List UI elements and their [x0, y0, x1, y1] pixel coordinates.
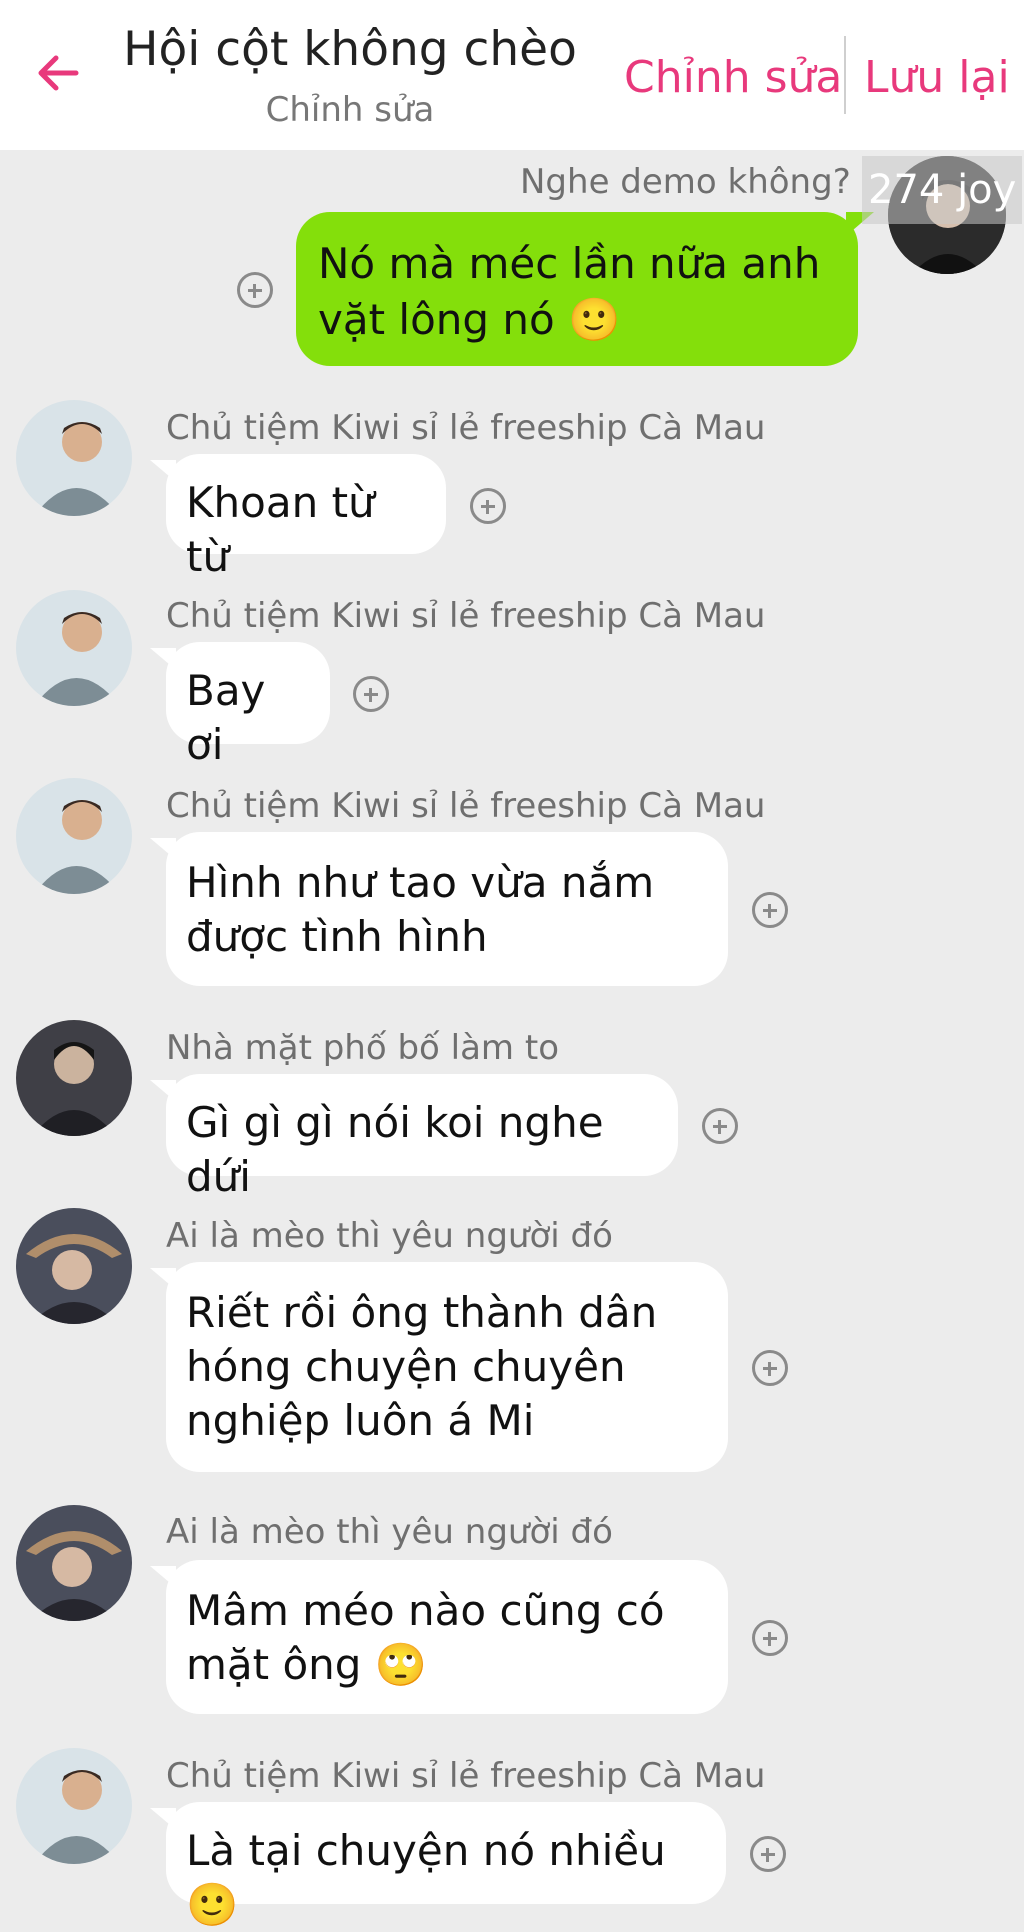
message-bubble[interactable]: Khoan từ từ [150, 454, 446, 581]
chat-subtitle: Chỉnh sửa [265, 90, 435, 130]
message-sender: Ai là mèo thì yêu người đó [166, 1512, 613, 1552]
add-reaction-icon[interactable] [752, 1620, 788, 1656]
add-reaction-icon[interactable] [752, 1350, 788, 1386]
add-reaction-icon[interactable] [237, 272, 273, 308]
message-sender: Chủ tiệm Kiwi sỉ lẻ freeship Cà Mau [166, 786, 766, 826]
avatar[interactable] [16, 590, 132, 706]
avatar-image [16, 400, 132, 516]
avatar-image [16, 1505, 132, 1621]
avatar[interactable] [16, 1505, 132, 1621]
add-reaction-icon[interactable] [353, 676, 389, 712]
message-sender: Ai là mèo thì yêu người đó [166, 1216, 613, 1256]
avatar-image [16, 1748, 132, 1864]
avatar-image [16, 1208, 132, 1324]
watermark-label: 274 joy [862, 156, 1023, 224]
avatar-image [16, 778, 132, 894]
avatar[interactable] [16, 778, 132, 894]
add-reaction-icon[interactable] [750, 1836, 786, 1872]
header-divider [844, 36, 846, 114]
message-bubble[interactable]: Bay ơi [150, 642, 330, 769]
message-sender: Nhà mặt phố bố làm to [166, 1028, 559, 1068]
avatar[interactable] [16, 1748, 132, 1864]
message-bubble[interactable]: Riết rồi ông thành dân hóng chuyện chuyê… [150, 1262, 728, 1472]
own-message-sender: Nghe demo không? [520, 162, 851, 202]
message-bubble[interactable]: Là tại chuyện nó nhiều 🙂 [150, 1802, 726, 1929]
arrow-left-icon[interactable] [32, 46, 86, 100]
message-bubble[interactable]: Gì gì gì nói koi nghe dứi [150, 1074, 678, 1201]
own-message-bubble[interactable]: Nó mà méc lần nữa anh vặt lông nó 🙂 [296, 212, 874, 366]
chat-title: Hội cột không chèo [123, 22, 577, 77]
avatar-image [16, 1020, 132, 1136]
avatar[interactable] [16, 400, 132, 516]
add-reaction-icon[interactable] [752, 892, 788, 928]
add-reaction-icon[interactable] [702, 1108, 738, 1144]
message-sender: Chủ tiệm Kiwi sỉ lẻ freeship Cà Mau [166, 596, 766, 636]
chat-header: Hội cột không chèo Chỉnh sửa Chỉnh sửa L… [0, 0, 1024, 150]
message-sender: Chủ tiệm Kiwi sỉ lẻ freeship Cà Mau [166, 1756, 766, 1796]
edit-button[interactable]: Chỉnh sửa [624, 52, 842, 103]
avatar[interactable] [16, 1208, 132, 1324]
add-reaction-icon[interactable] [470, 488, 506, 524]
message-sender: Chủ tiệm Kiwi sỉ lẻ freeship Cà Mau [166, 408, 766, 448]
save-button[interactable]: Lưu lại [864, 52, 1010, 103]
message-bubble[interactable]: Hình như tao vừa nắm được tình hình [150, 832, 728, 986]
avatar[interactable] [16, 1020, 132, 1136]
avatar-image [16, 590, 132, 706]
message-bubble[interactable]: Mâm méo nào cũng có mặt ông 🙄 [150, 1560, 728, 1714]
